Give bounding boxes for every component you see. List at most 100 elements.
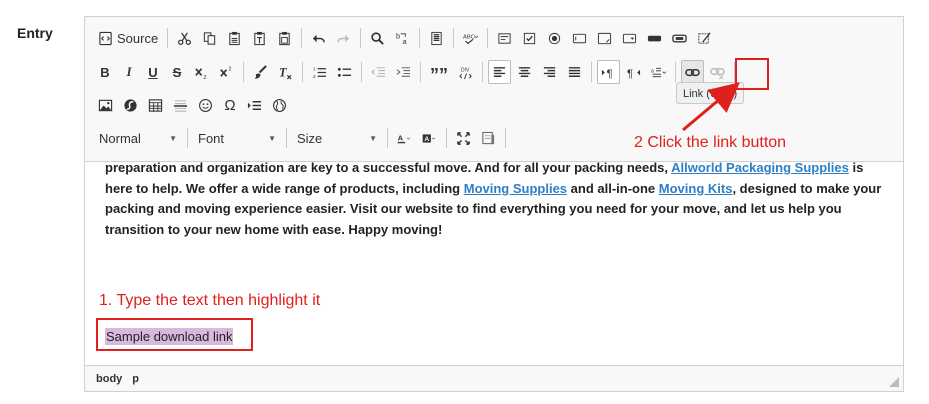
paste-button[interactable]: [223, 26, 246, 50]
table-button[interactable]: [144, 93, 167, 117]
justify-button[interactable]: [563, 60, 586, 84]
redo-button[interactable]: [332, 26, 355, 50]
smiley-button[interactable]: [194, 93, 217, 117]
superscript-button[interactable]: 2: [215, 60, 238, 84]
bold-button[interactable]: B: [94, 60, 116, 84]
strikethrough-button[interactable]: S: [166, 60, 188, 84]
resize-handle-icon[interactable]: [889, 377, 899, 387]
underline-button[interactable]: U: [142, 60, 164, 84]
svg-text:1: 1: [313, 66, 316, 71]
format-dropdown[interactable]: Normal ▼: [93, 126, 183, 150]
ltr-icon: ¶: [601, 68, 613, 80]
textarea-button[interactable]: [593, 26, 616, 50]
checkbox-icon: [524, 32, 536, 44]
remove-format-button[interactable]: T: [274, 60, 297, 84]
image-button[interactable]: [94, 93, 117, 117]
button-button[interactable]: [643, 26, 666, 50]
toolbar-separator: [167, 28, 169, 48]
form-icon: [498, 32, 511, 44]
horizontal-line-button[interactable]: [169, 93, 192, 117]
replace-icon: ba: [396, 31, 408, 46]
numbered-list-icon: 12: [313, 66, 327, 79]
background-color-button[interactable]: A: [418, 126, 441, 150]
subscript-button[interactable]: 2: [190, 60, 213, 84]
image-icon: [98, 99, 113, 111]
cut-button[interactable]: [173, 26, 196, 50]
unlink-button[interactable]: [706, 60, 729, 84]
globe-icon: [273, 98, 286, 112]
redo-icon: [337, 34, 350, 42]
create-div-button[interactable]: DIV: [454, 60, 477, 84]
toolbar-row-4: Normal ▼ Font ▼ Size ▼ A A: [93, 124, 510, 152]
copy-formatting-button[interactable]: [249, 60, 272, 84]
font-dropdown[interactable]: Font ▼: [192, 126, 282, 150]
svg-text:¶: ¶: [627, 68, 633, 80]
svg-text:a: a: [651, 68, 654, 74]
text-color-button[interactable]: A: [393, 126, 416, 150]
select-field-button[interactable]: [618, 26, 641, 50]
toolbar-separator: [187, 128, 188, 148]
maximize-button[interactable]: [452, 126, 475, 150]
align-center-icon: [518, 66, 531, 77]
find-button[interactable]: [366, 26, 389, 50]
link-icon: [685, 68, 700, 76]
paste-text-button[interactable]: [248, 26, 271, 50]
link-button[interactable]: [681, 60, 704, 84]
language-icon: a: [651, 67, 666, 77]
radio-button[interactable]: [543, 26, 566, 50]
replace-button[interactable]: ba: [391, 26, 414, 50]
iframe-button[interactable]: [268, 93, 291, 117]
text-direction-ltr-button[interactable]: ¶: [597, 60, 620, 84]
undo-button[interactable]: [307, 26, 330, 50]
text-direction-rtl-button[interactable]: ¶: [622, 60, 645, 84]
align-left-button[interactable]: [488, 60, 511, 84]
path-item-body[interactable]: body: [96, 373, 122, 385]
link-moving-kits[interactable]: Moving Kits: [659, 181, 733, 196]
toolbar-separator: [302, 62, 303, 82]
table-icon: [148, 98, 163, 112]
language-button[interactable]: a: [647, 60, 670, 84]
source-button[interactable]: Source: [94, 26, 162, 50]
svg-text:A: A: [398, 133, 404, 142]
svg-text:¶: ¶: [607, 68, 613, 80]
align-center-button[interactable]: [513, 60, 536, 84]
toolbar-separator: [482, 62, 483, 82]
italic-button[interactable]: I: [118, 60, 140, 84]
toolbar-separator: [243, 62, 244, 82]
flash-button[interactable]: [119, 93, 142, 117]
text-field-button[interactable]: [568, 26, 591, 50]
flash-icon: [124, 98, 137, 112]
show-blocks-button[interactable]: [477, 126, 500, 150]
bulleted-list-button[interactable]: [333, 60, 356, 84]
decrease-indent-button[interactable]: [367, 60, 390, 84]
link-allworld-packaging-supplies[interactable]: Allworld Packaging Supplies: [671, 162, 849, 175]
checkbox-button[interactable]: [518, 26, 541, 50]
special-char-button[interactable]: Ω: [219, 93, 241, 117]
increase-indent-button[interactable]: [392, 60, 415, 84]
strikethrough-icon: S: [172, 64, 182, 80]
paragraph-text: and all-in-one: [567, 180, 659, 196]
toolbar-separator: [361, 62, 362, 82]
form-button[interactable]: [493, 26, 516, 50]
rtl-icon: ¶: [627, 68, 641, 80]
link-moving-supplies[interactable]: Moving Supplies: [464, 181, 567, 196]
hidden-field-button[interactable]: [693, 26, 716, 50]
align-right-button[interactable]: [538, 60, 561, 84]
bold-icon: B: [100, 64, 110, 80]
page-break-button[interactable]: [243, 93, 266, 117]
numbered-list-button[interactable]: 12: [308, 60, 331, 84]
paste-word-icon: [279, 31, 290, 45]
path-item-p[interactable]: p: [132, 373, 139, 385]
size-dropdown[interactable]: Size ▼: [291, 126, 383, 150]
image-button-icon: [672, 34, 687, 42]
copy-button[interactable]: [198, 26, 221, 50]
image-button-button[interactable]: [668, 26, 691, 50]
paste-word-button[interactable]: [273, 26, 296, 50]
toolbar-separator: [453, 28, 455, 48]
clipboard-icon: [229, 31, 240, 45]
select-all-button[interactable]: [425, 26, 448, 50]
align-right-icon: [543, 66, 556, 77]
annotation-step-2: 2 Click the link button: [634, 134, 787, 151]
blockquote-button[interactable]: ””: [426, 60, 452, 84]
spellcheck-button[interactable]: ABC: [459, 26, 482, 50]
